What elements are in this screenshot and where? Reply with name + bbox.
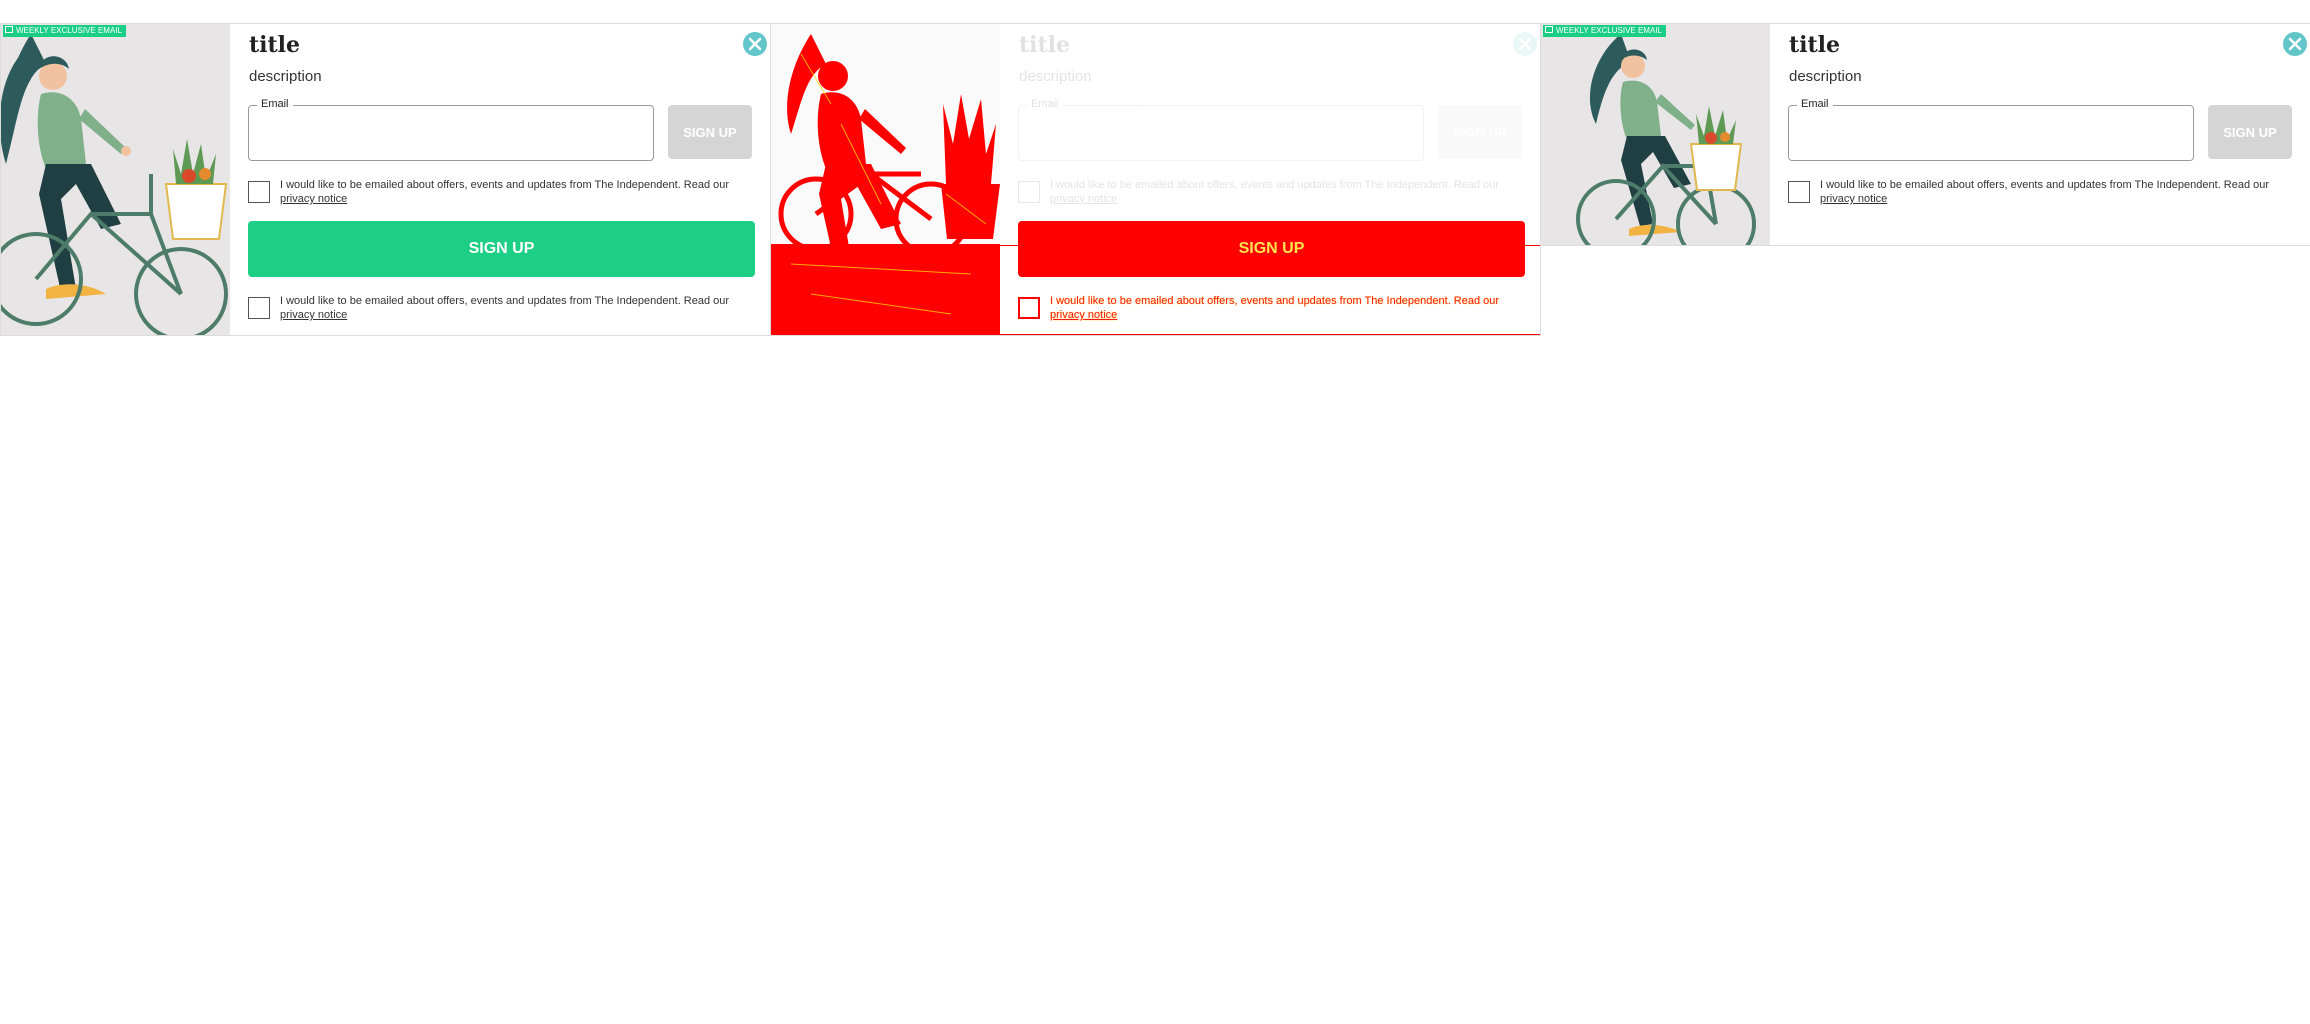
consent-checkbox-secondary[interactable] (248, 297, 270, 319)
weekly-exclusive-badge: WEEKLY EXCLUSIVE EMAIL (1543, 25, 1666, 37)
bicycle-illustration (1541, 24, 1770, 245)
popup-description: description (1789, 68, 1862, 85)
signup-button-primary[interactable]: SIGN UP (248, 221, 755, 277)
diff-rule-bottom (1000, 334, 1540, 335)
newsletter-popup-diff: title description Email SIGN UP I would … (770, 24, 1541, 336)
bicycle-illustration (1, 24, 230, 335)
popup-description-diff: description (1019, 68, 1092, 85)
consent-text: I would like to be emailed about offers,… (280, 179, 730, 205)
consent-text-secondary: I would like to be emailed about offers,… (280, 295, 730, 321)
close-button[interactable] (743, 32, 767, 56)
consent-text-diff: I would like to be emailed about offers,… (1050, 179, 1500, 205)
consent-checkbox[interactable] (248, 181, 270, 203)
consent-text: I would like to be emailed about offers,… (1820, 179, 2270, 205)
signup-button-primary-diff[interactable]: SIGN UP (1018, 221, 1525, 277)
illustration-panel: WEEKLY EXCLUSIVE EMAIL (1, 24, 230, 335)
privacy-notice-link-secondary[interactable]: privacy notice (280, 309, 347, 321)
signup-button-small-diff[interactable]: SIGN UP (1438, 105, 1522, 159)
close-icon (1518, 37, 1532, 51)
illustration-panel-diff (771, 24, 1000, 335)
consent-text-secondary-diff: I would like to be emailed about offers,… (1050, 295, 1500, 321)
popup-content-diff: title description Email SIGN UP I would … (1000, 24, 1540, 335)
email-field-diff[interactable]: Email (1018, 98, 1424, 161)
privacy-notice-link[interactable]: privacy notice (280, 193, 347, 205)
signup-button-small[interactable]: SIGN UP (668, 105, 752, 159)
popup-content-compact: title description Email SIGN UP I would … (1770, 24, 2310, 245)
consent-checkbox[interactable] (1788, 181, 1810, 203)
newsletter-popup-compact: WEEKLY EXCLUSIVE EMAIL title description… (1540, 24, 2310, 246)
close-icon (748, 37, 762, 51)
close-icon (2288, 37, 2302, 51)
bicycle-illustration-diff (771, 24, 1000, 335)
popup-title: title (249, 32, 301, 58)
popup-content: title description Email SIGN UP I would … (230, 24, 770, 335)
email-icon (5, 26, 13, 33)
privacy-notice-link[interactable]: privacy notice (1820, 193, 1887, 205)
popup-title-diff: title (1019, 32, 1071, 58)
privacy-notice-link-diff[interactable]: privacy notice (1050, 193, 1117, 205)
privacy-notice-link-secondary-diff[interactable]: privacy notice (1050, 309, 1117, 321)
popup-description: description (249, 68, 322, 85)
weekly-exclusive-badge: WEEKLY EXCLUSIVE EMAIL (3, 25, 126, 37)
email-label-diff: Email (1027, 98, 1063, 110)
email-field[interactable]: Email (1788, 98, 2194, 161)
email-field[interactable]: Email (248, 98, 654, 161)
email-icon (1545, 26, 1553, 33)
popup-title: title (1789, 32, 1841, 58)
newsletter-popup-expanded: WEEKLY EXCLUSIVE EMAIL title description… (0, 24, 771, 336)
email-input[interactable] (1789, 106, 2193, 160)
signup-button-small[interactable]: SIGN UP (2208, 105, 2292, 159)
email-input[interactable] (249, 106, 653, 160)
illustration-panel-compact: WEEKLY EXCLUSIVE EMAIL (1541, 24, 1770, 245)
consent-checkbox-secondary-diff[interactable] (1018, 297, 1040, 319)
close-button-diff[interactable] (1513, 32, 1537, 56)
close-button[interactable] (2283, 32, 2307, 56)
consent-checkbox-diff[interactable] (1018, 181, 1040, 203)
